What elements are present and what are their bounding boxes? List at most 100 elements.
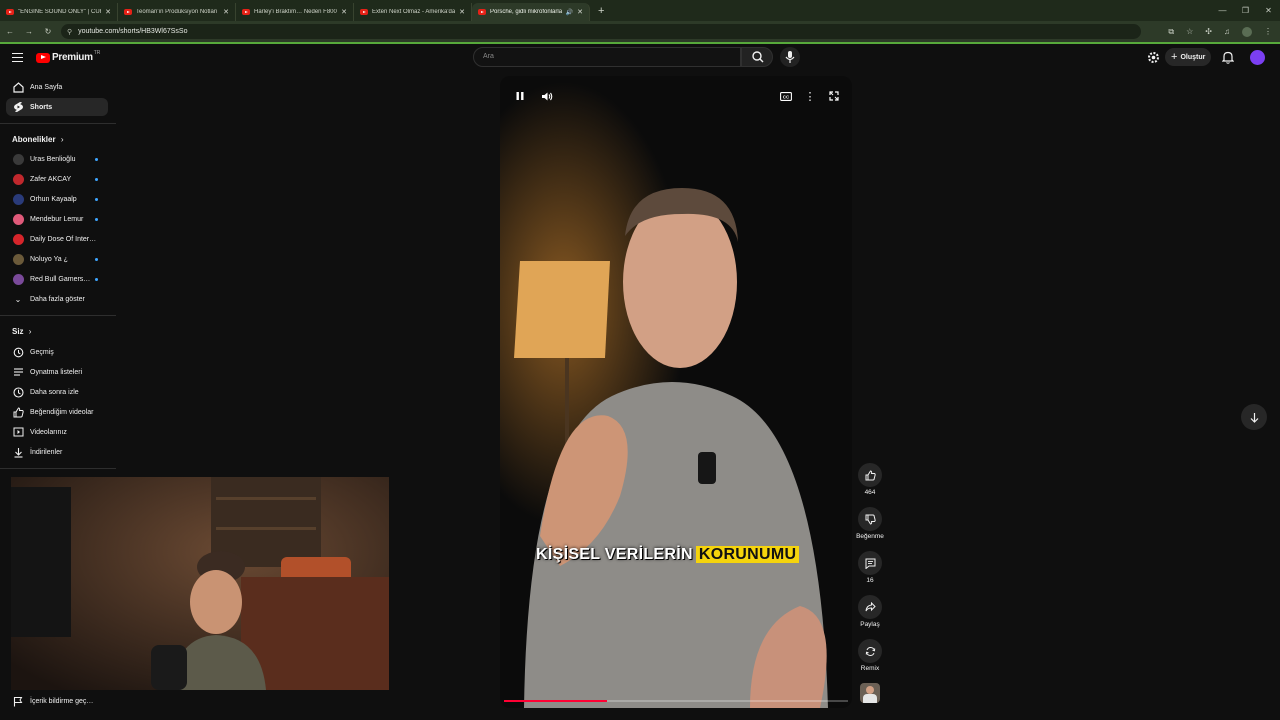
sidebar-item-liked-videos[interactable]: Beğendiğim videolar xyxy=(6,403,108,421)
sidebar-item-report[interactable]: İçerik bildirme geç… xyxy=(6,692,108,710)
close-tab-icon[interactable]: ✕ xyxy=(577,8,583,16)
video-progress-bar[interactable] xyxy=(504,700,848,702)
share-button[interactable] xyxy=(858,595,882,619)
remix-button[interactable] xyxy=(858,639,882,663)
close-tab-icon[interactable]: ✕ xyxy=(105,8,111,16)
sidebar-item-playlists[interactable]: Oynatma listeleri xyxy=(6,363,108,381)
extensions-icon[interactable]: ✣ xyxy=(1205,27,1212,36)
media-controls-icon[interactable]: ♫ xyxy=(1224,27,1230,36)
account-avatar[interactable] xyxy=(1250,50,1265,65)
thumbnail-face xyxy=(866,686,874,694)
divider xyxy=(0,468,116,469)
browser-tab[interactable]: "ENGINE SOUND ONLY" | CURV ✕ xyxy=(0,3,118,21)
shorts-player[interactable]: CC ⋮ KİŞİSEL VERİLERİN KORUNUMU xyxy=(500,76,852,708)
subscriptions-heading[interactable]: Abonelikler › xyxy=(12,135,63,144)
close-tab-icon[interactable]: ✕ xyxy=(341,8,347,16)
sidebar-item-subscription[interactable]: Uras Benlioğlu xyxy=(6,150,108,168)
sidebar-item-subscription[interactable]: Red Bull Gamers… xyxy=(6,270,108,288)
minimize-icon[interactable]: — xyxy=(1211,6,1234,15)
playlists-icon xyxy=(13,368,23,376)
back-icon[interactable]: ← xyxy=(1,27,19,36)
sidebar-item-subscription[interactable]: Daily Dose Of Inter… xyxy=(6,230,108,248)
install-app-icon[interactable]: ⧉ xyxy=(1168,27,1174,37)
youtube-favicon-icon xyxy=(6,9,14,15)
remix-label: Remix xyxy=(860,665,880,672)
sidebar-item-subscription[interactable]: Zafer AKCAY xyxy=(6,170,108,188)
voice-search-button[interactable] xyxy=(780,47,800,67)
webcam-scene-image xyxy=(11,477,389,690)
remix-icon xyxy=(865,646,875,656)
fullscreen-button[interactable] xyxy=(826,88,842,104)
like-button[interactable] xyxy=(858,463,882,487)
pause-button[interactable] xyxy=(512,88,528,104)
browser-tab-bar: "ENGINE SOUND ONLY" | CURV ✕ Teoman'ın Pr… xyxy=(0,0,1280,21)
browser-tab[interactable]: Harley'i Braktım… Neden F800 ✕ xyxy=(236,3,354,21)
sidebar-item-history[interactable]: Geçmiş xyxy=(6,343,108,361)
browser-toolbar: ← → ↻ ⚲ youtube.com/shorts/HB3Wl67SsSo ⧉… xyxy=(0,21,1280,42)
sidebar-item-watch-later[interactable]: Daha sonra izle xyxy=(6,383,108,401)
channel-avatar xyxy=(12,233,24,245)
create-button[interactable]: + Oluştur xyxy=(1165,48,1211,66)
tab-title: Porsche, gidli mikrofonlarla xyxy=(490,9,563,15)
fullscreen-icon xyxy=(829,91,839,101)
divider xyxy=(0,315,116,316)
youtube-premium-logo[interactable]: Premium TR xyxy=(36,49,101,63)
sidebar-item-subscription[interactable]: Mendebur Lemur xyxy=(6,210,108,228)
divider xyxy=(0,123,116,124)
new-content-dot xyxy=(95,157,98,161)
youtube-favicon-icon xyxy=(360,9,368,15)
sound-source-thumbnail[interactable] xyxy=(860,683,880,703)
channel-avatar xyxy=(12,253,24,265)
close-tab-icon[interactable]: ✕ xyxy=(223,8,229,16)
new-tab-icon[interactable]: + xyxy=(598,5,604,17)
logo-text: Premium xyxy=(52,52,93,63)
sidebar-item-downloads[interactable]: İndirilenler xyxy=(6,443,108,461)
close-tab-icon[interactable]: ✕ xyxy=(459,8,465,16)
sidebar-item-subscription[interactable]: Orhun Kayaalp xyxy=(6,190,108,208)
sidebar-item-subscription[interactable]: Noluyo Ya ¿ xyxy=(6,250,108,268)
browser-tab[interactable]: Exten Next Olmaz - Amerika'da ✕ xyxy=(354,3,472,21)
comments-button[interactable] xyxy=(858,551,882,575)
tab-title: Teoman'ın Prodüksiyon Notları xyxy=(136,9,218,15)
reload-icon[interactable]: ↻ xyxy=(39,27,57,36)
more-options-button[interactable]: ⋮ xyxy=(802,88,818,104)
notifications-bell-icon[interactable] xyxy=(1222,51,1234,64)
restore-icon[interactable]: ❐ xyxy=(1234,6,1257,15)
captions-button[interactable]: CC xyxy=(778,88,794,104)
chevron-down-icon: ⌄ xyxy=(14,294,22,304)
settings-gear-icon[interactable] xyxy=(1147,51,1160,64)
channel-name: Orhun Kayaalp xyxy=(30,195,77,203)
show-more-button[interactable]: ⌄ Daha fazla göster xyxy=(6,290,108,308)
sidebar-item-your-videos[interactable]: Videolarınız xyxy=(6,423,108,441)
caption-highlight: KORUNUMU xyxy=(695,546,800,563)
bookmark-star-icon[interactable]: ☆ xyxy=(1186,27,1193,36)
search-button[interactable] xyxy=(741,47,773,67)
sidebar-item-home[interactable]: Ana Sayfa xyxy=(6,78,108,96)
sidebar-item-label: Videolarınız xyxy=(30,428,67,436)
next-short-button[interactable] xyxy=(1241,404,1267,430)
volume-button[interactable] xyxy=(539,88,555,104)
browser-profile-avatar[interactable] xyxy=(1242,26,1252,37)
url-text: youtube.com/shorts/HB3Wl67SsSo xyxy=(78,28,188,35)
like-count: 464 xyxy=(864,489,876,496)
more-vertical-icon: ⋮ xyxy=(804,90,816,103)
your-videos-icon xyxy=(13,427,23,437)
address-bar[interactable]: ⚲ youtube.com/shorts/HB3Wl67SsSo xyxy=(61,24,1141,39)
channel-avatar xyxy=(12,153,24,165)
site-info-icon[interactable]: ⚲ xyxy=(67,28,72,36)
home-icon xyxy=(12,81,24,93)
browser-tab-active[interactable]: Porsche, gidli mikrofonlarla 🔊 ✕ xyxy=(472,3,590,21)
you-heading[interactable]: Siz › xyxy=(12,327,31,336)
audio-playing-icon[interactable]: 🔊 xyxy=(566,9,573,16)
video-caption: KİŞİSEL VERİLERİN KORUNUMU xyxy=(536,546,800,564)
sidebar-item-shorts[interactable]: Shorts xyxy=(6,98,108,116)
dislike-button[interactable] xyxy=(858,507,882,531)
forward-icon[interactable]: → xyxy=(20,27,38,36)
logo-region: TR xyxy=(93,49,101,56)
search-input[interactable]: Ara xyxy=(473,47,741,67)
menu-icon[interactable] xyxy=(12,53,23,62)
sidebar-item-label: Shorts xyxy=(30,103,53,111)
close-window-icon[interactable]: ✕ xyxy=(1257,6,1280,15)
browser-menu-icon[interactable]: ⋮ xyxy=(1264,27,1272,36)
browser-tab[interactable]: Teoman'ın Prodüksiyon Notları ✕ xyxy=(118,3,236,21)
